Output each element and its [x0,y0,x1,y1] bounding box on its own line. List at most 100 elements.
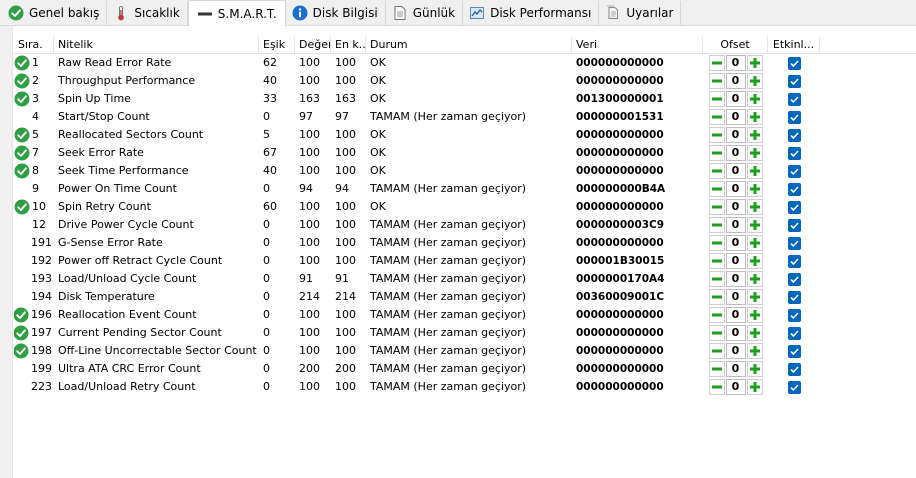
enabled-checkbox[interactable] [787,218,801,232]
enabled-checkbox[interactable] [787,362,801,376]
enabled-checkbox[interactable] [787,254,801,268]
offset-input[interactable]: 0 [725,307,746,323]
offset-input[interactable]: 0 [725,145,746,161]
offset-input[interactable]: 0 [725,253,746,269]
table-row[interactable]: 2 Throughput Performance 40 100 100 OK 0000000… [14,72,916,90]
offset-input[interactable]: 0 [725,325,746,341]
column-header-raw[interactable]: Veri [572,36,703,53]
column-header-value[interactable]: Değer [295,36,331,53]
tab-alerts-document[interactable]: Uyarılar [599,1,682,25]
offset-input[interactable]: 0 [725,73,746,89]
table-row[interactable]: 197 Current Pending Sector Count 0 100 100 TA… [14,324,916,342]
enabled-checkbox[interactable] [787,380,801,394]
enabled-checkbox[interactable] [787,200,801,214]
plus-icon[interactable] [746,271,763,287]
enabled-checkbox[interactable] [787,272,801,286]
offset-input[interactable]: 0 [725,235,746,251]
enabled-checkbox[interactable] [787,164,801,178]
minus-icon[interactable] [708,253,725,269]
tab-thermometer[interactable]: Sıcaklık [107,1,188,25]
minus-icon[interactable] [708,199,725,215]
plus-icon[interactable] [746,379,763,395]
minus-icon[interactable] [708,235,725,251]
table-row[interactable]: 194 Disk Temperature 0 214 214 TAMAM (Her zam… [14,288,916,306]
plus-icon[interactable] [746,253,763,269]
offset-input[interactable]: 0 [725,361,746,377]
offset-input[interactable]: 0 [725,127,746,143]
enabled-checkbox[interactable] [787,182,801,196]
enabled-checkbox[interactable] [787,110,801,124]
plus-icon[interactable] [746,145,763,161]
plus-icon[interactable] [746,325,763,341]
table-row[interactable]: 193 Load/Unload Cycle Count 0 91 91 TAMAM (He… [14,270,916,288]
column-header-offset[interactable]: Ofset [703,36,768,53]
enabled-checkbox[interactable] [787,56,801,70]
column-header-enabled[interactable]: Etkinl... [768,36,820,53]
column-header-status[interactable]: Durum [366,36,572,53]
minus-icon[interactable] [708,145,725,161]
enabled-checkbox[interactable] [787,74,801,88]
minus-icon[interactable] [708,217,725,233]
offset-input[interactable]: 0 [725,91,746,107]
table-row[interactable]: 1 Raw Read Error Rate 62 100 100 OK 0000000000… [14,54,916,72]
table-row[interactable]: 223 Load/Unload Retry Count 0 100 100 TAMAM (… [14,378,916,396]
column-header-worst[interactable]: En k... [331,36,366,53]
minus-icon[interactable] [708,325,725,341]
plus-icon[interactable] [746,73,763,89]
table-row[interactable]: 7 Seek Error Rate 67 100 100 OK 000000000000 0 [14,144,916,162]
column-header-no[interactable]: Sıra. [14,36,54,53]
enabled-checkbox[interactable] [787,146,801,160]
plus-icon[interactable] [746,235,763,251]
table-row[interactable]: 9 Power On Time Count 0 94 94 TAMAM (Her zama… [14,180,916,198]
offset-input[interactable]: 0 [725,163,746,179]
plus-icon[interactable] [746,217,763,233]
minus-icon[interactable] [708,127,725,143]
table-row[interactable]: 3 Spin Up Time 33 163 163 OK 001300000001 0 [14,90,916,108]
table-row[interactable]: 199 Ultra ATA CRC Error Count 0 200 200 TAMAM… [14,360,916,378]
table-row[interactable]: 4 Start/Stop Count 0 97 97 TAMAM (Her zaman g… [14,108,916,126]
minus-icon[interactable] [708,361,725,377]
plus-icon[interactable] [746,361,763,377]
tab-dash[interactable]: S.M.A.R.T. [187,0,286,26]
column-header-attribute[interactable]: Nitelik [54,36,259,53]
table-row[interactable]: 192 Power off Retract Cycle Count 0 100 100 T… [14,252,916,270]
offset-input[interactable]: 0 [725,379,746,395]
plus-icon[interactable] [746,91,763,107]
column-header-threshold[interactable]: Eşik [259,36,295,53]
minus-icon[interactable] [708,343,725,359]
plus-icon[interactable] [746,289,763,305]
minus-icon[interactable] [708,307,725,323]
table-row[interactable]: 10 Spin Retry Count 60 100 100 OK 000000000000… [14,198,916,216]
offset-input[interactable]: 0 [725,55,746,71]
minus-icon[interactable] [708,181,725,197]
offset-input[interactable]: 0 [725,181,746,197]
enabled-checkbox[interactable] [787,308,801,322]
table-row[interactable]: 196 Reallocation Event Count 0 100 100 TAMAM … [14,306,916,324]
minus-icon[interactable] [708,73,725,89]
minus-icon[interactable] [708,271,725,287]
minus-icon[interactable] [708,163,725,179]
tab-log-document[interactable]: Günlük [386,1,464,25]
plus-icon[interactable] [746,343,763,359]
offset-input[interactable]: 0 [725,217,746,233]
tab-info[interactable]: Disk Bilgisi [286,1,386,25]
table-row[interactable]: 12 Drive Power Cycle Count 0 100 100 TAMAM (H… [14,216,916,234]
enabled-checkbox[interactable] [787,92,801,106]
plus-icon[interactable] [746,109,763,125]
minus-icon[interactable] [708,379,725,395]
minus-icon[interactable] [708,109,725,125]
enabled-checkbox[interactable] [787,290,801,304]
plus-icon[interactable] [746,55,763,71]
plus-icon[interactable] [746,307,763,323]
plus-icon[interactable] [746,163,763,179]
offset-input[interactable]: 0 [725,271,746,287]
tab-performance-chart[interactable]: Disk Performansı [463,1,600,25]
table-row[interactable]: 198 Off-Line Uncorrectable Sector Count 0 1… [14,342,916,360]
minus-icon[interactable] [708,55,725,71]
table-row[interactable]: 191 G-Sense Error Rate 0 100 100 TAMAM (Her z… [14,234,916,252]
offset-input[interactable]: 0 [725,199,746,215]
enabled-checkbox[interactable] [787,326,801,340]
tab-ok-check[interactable]: Genel bakış [2,1,108,25]
minus-icon[interactable] [708,289,725,305]
offset-input[interactable]: 0 [725,343,746,359]
